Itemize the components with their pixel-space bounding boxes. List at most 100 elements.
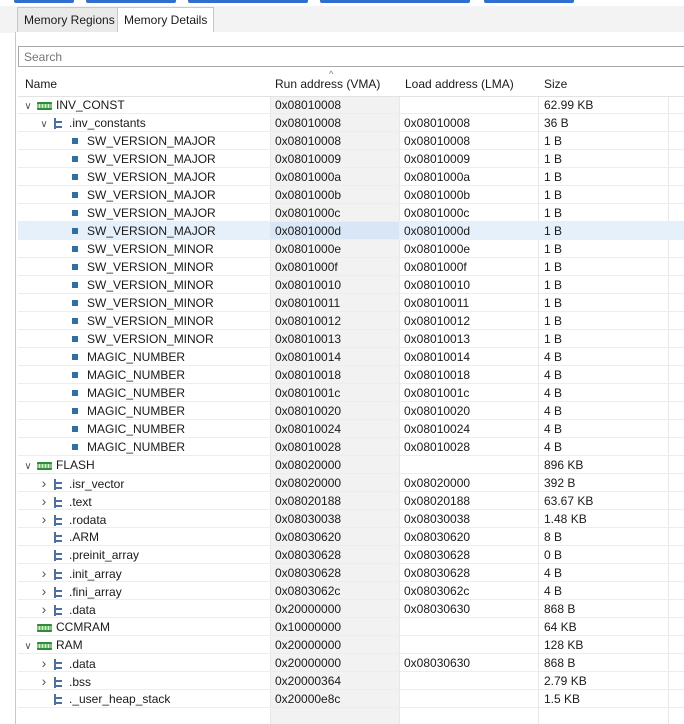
search-input[interactable] — [24, 47, 679, 66]
size-cell: 1 B — [544, 314, 563, 328]
name-cell: SW_VERSION_MINOR — [72, 276, 214, 293]
name-cell: SW_VERSION_MAJOR — [72, 222, 216, 239]
tree-row-section[interactable]: › .init_array 0x08030628 0x08030628 4 B — [18, 564, 684, 582]
tree-row-region[interactable]: ∨ FLASH 0x08020000 896 KB — [18, 456, 684, 474]
tree-row-region[interactable]: ∨ RAM 0x20000000 128 KB — [18, 636, 684, 654]
column-header-run-address[interactable]: Run address (VMA) — [275, 70, 380, 96]
column-header-load-address[interactable]: Load address (LMA) — [405, 70, 514, 96]
tab-memory-details[interactable]: Memory Details — [117, 7, 215, 34]
tree-row-symbol[interactable]: SW_VERSION_MAJOR 0x0801000b 0x0801000b 1 B — [18, 186, 684, 204]
load-address-cell: 0x08010014 — [404, 350, 471, 364]
name-cell: MAGIC_NUMBER — [72, 384, 185, 401]
tree-row-symbol[interactable]: SW_VERSION_MAJOR 0x0801000d 0x0801000d 1 B — [18, 222, 684, 240]
symbol-square-icon — [72, 390, 78, 396]
name-cell: › .bss — [38, 672, 91, 689]
symbol-square-icon — [72, 408, 78, 414]
tree-row-section[interactable]: › .data 0x20000000 0x08030630 868 B — [18, 654, 684, 672]
size-cell: 4 B — [544, 350, 563, 364]
tree-row-symbol[interactable]: SW_VERSION_MINOR 0x0801000e 0x0801000e 1 B — [18, 240, 684, 258]
tree-row-symbol[interactable]: SW_VERSION_MINOR 0x0801000f 0x0801000f 1 B — [18, 258, 684, 276]
section-tree-icon — [53, 659, 63, 670]
tree-row-region[interactable]: CCMRAM 0x10000000 64 KB — [18, 618, 684, 636]
chevron-right-icon[interactable]: › — [38, 564, 50, 582]
tree-row-symbol[interactable]: MAGIC_NUMBER 0x08010018 0x08010018 4 B — [18, 366, 684, 384]
chevron-right-icon[interactable]: › — [38, 474, 50, 492]
tree-row-symbol[interactable]: MAGIC_NUMBER 0x08010024 0x08010024 4 B — [18, 420, 684, 438]
name-cell: SW_VERSION_MINOR — [72, 312, 214, 329]
name-cell: › .init_array — [38, 564, 122, 581]
tree-row-symbol[interactable]: MAGIC_NUMBER 0x08010020 0x08010020 4 B — [18, 402, 684, 420]
chevron-right-icon[interactable]: › — [38, 672, 50, 690]
tab-memory-regions[interactable]: Memory Regions — [17, 7, 122, 32]
tree-row-section[interactable]: › .isr_vector 0x08020000 0x08020000 392 B — [18, 474, 684, 492]
tree-row-section[interactable]: ._user_heap_stack 0x20000e8c 1.5 KB — [18, 690, 684, 708]
tree-row-symbol[interactable]: SW_VERSION_MINOR 0x08010011 0x08010011 1 B — [18, 294, 684, 312]
top-strip-segment — [14, 0, 74, 3]
size-cell: 896 KB — [544, 458, 584, 472]
tree-row-section[interactable]: › .fini_array 0x0803062c 0x0803062c 4 B — [18, 582, 684, 600]
tree-row-section[interactable]: .preinit_array 0x08030628 0x08030628 0 B — [18, 546, 684, 564]
search-box[interactable] — [18, 46, 684, 67]
tree-row-symbol[interactable]: MAGIC_NUMBER 0x08010028 0x08010028 4 B — [18, 438, 684, 456]
run-address-cell: 0x10000000 — [275, 620, 342, 634]
row-name-label: .isr_vector — [69, 477, 125, 491]
name-cell: SW_VERSION_MAJOR — [72, 168, 216, 185]
symbol-square-icon — [72, 192, 78, 198]
tree-row-symbol[interactable]: SW_VERSION_MINOR 0x08010013 0x08010013 1 B — [18, 330, 684, 348]
chevron-right-icon[interactable]: › — [38, 510, 50, 528]
tree-row-symbol[interactable]: SW_VERSION_MAJOR 0x0801000c 0x0801000c 1 B — [18, 204, 684, 222]
symbol-square-icon — [72, 138, 78, 144]
tree-row-symbol[interactable]: SW_VERSION_MINOR 0x08010012 0x08010012 1 B — [18, 312, 684, 330]
size-cell: 392 B — [544, 476, 576, 490]
symbol-square-icon — [72, 336, 78, 342]
row-name-label: SW_VERSION_MAJOR — [87, 152, 216, 166]
load-address-cell: 0x0801000e — [404, 242, 471, 256]
load-address-cell: 0x08010018 — [404, 368, 471, 382]
tree-row-section[interactable]: › .data 0x20000000 0x08030630 868 B — [18, 600, 684, 618]
tree-row-symbol[interactable]: SW_VERSION_MAJOR 0x08010009 0x08010009 1 B — [18, 150, 684, 168]
tree-row-section[interactable]: › .text 0x08020188 0x08020188 63.67 KB — [18, 492, 684, 510]
sort-ascending-icon: ^ — [329, 69, 334, 79]
load-address-cell: 0x0801000f — [404, 260, 467, 274]
symbol-square-icon — [72, 210, 78, 216]
tree-row-symbol[interactable]: MAGIC_NUMBER 0x08010014 0x08010014 4 B — [18, 348, 684, 366]
row-name-label: RAM — [56, 638, 83, 652]
name-cell: SW_VERSION_MAJOR — [72, 150, 216, 167]
name-cell: SW_VERSION_MINOR — [72, 240, 214, 257]
column-header-name[interactable]: Name — [25, 70, 57, 96]
tree-row-symbol[interactable]: SW_VERSION_MAJOR 0x0801000a 0x0801000a 1 B — [18, 168, 684, 186]
load-address-cell: 0x0801000c — [404, 206, 470, 220]
memory-region-icon — [37, 642, 52, 650]
tree-row-section[interactable]: › .rodata 0x08030038 0x08030038 1.48 KB — [18, 510, 684, 528]
run-address-cell: 0x0801000a — [275, 170, 342, 184]
tree-row-symbol[interactable]: SW_VERSION_MAJOR 0x08010008 0x08010008 1 B — [18, 132, 684, 150]
chevron-right-icon[interactable]: › — [38, 654, 50, 672]
chevron-right-icon[interactable]: › — [38, 492, 50, 510]
tree-row-section[interactable]: .ARM 0x08030620 0x08030620 8 B — [18, 528, 684, 546]
size-cell: 868 B — [544, 602, 576, 616]
tree-row-region[interactable]: ∨ INV_CONST 0x08010008 62.99 KB — [18, 96, 684, 114]
size-cell: 62.99 KB — [544, 98, 594, 112]
tree-row-section[interactable]: › .bss 0x20000364 2.79 KB — [18, 672, 684, 690]
section-tree-icon — [53, 587, 63, 598]
run-address-cell: 0x0801000b — [275, 188, 342, 202]
tree-row-symbol[interactable]: SW_VERSION_MINOR 0x08010010 0x08010010 1 B — [18, 276, 684, 294]
size-cell: 1 B — [544, 188, 563, 202]
size-cell: 64 KB — [544, 620, 577, 634]
tree-row-symbol[interactable]: MAGIC_NUMBER 0x0801001c 0x0801001c 4 B — [18, 384, 684, 402]
name-cell: .ARM — [38, 528, 99, 545]
column-header-size[interactable]: Size — [544, 70, 567, 96]
row-name-label: SW_VERSION_MINOR — [87, 242, 214, 256]
size-cell: 1 B — [544, 224, 563, 238]
row-name-label: SW_VERSION_MINOR — [87, 332, 214, 346]
chevron-right-icon[interactable]: › — [38, 600, 50, 618]
size-cell: 8 B — [544, 530, 563, 544]
run-address-cell: 0x08020000 — [275, 476, 342, 490]
run-address-cell: 0x08010014 — [275, 350, 342, 364]
name-cell: SW_VERSION_MINOR — [72, 330, 214, 347]
chevron-right-icon[interactable]: › — [38, 582, 50, 600]
section-tree-icon — [53, 532, 63, 543]
section-tree-icon — [53, 118, 63, 129]
tree-row-section[interactable]: ∨ .inv_constants 0x08010008 0x08010008 36 B — [18, 114, 684, 132]
load-address-cell: 0x08030038 — [404, 512, 471, 526]
